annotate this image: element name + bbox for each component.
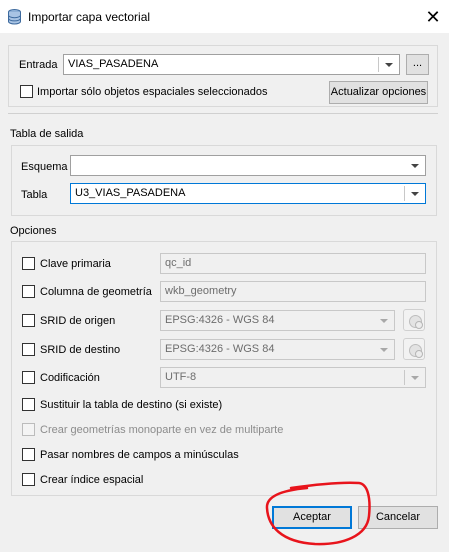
target-crs-select-button[interactable] [403, 338, 425, 360]
gear-icon [415, 350, 423, 358]
source-srid-value: EPSG:4326 - WGS 84 [165, 314, 275, 326]
source-srid-label: SRID de origen [40, 315, 116, 327]
primary-key-label: Clave primaria [40, 258, 111, 270]
chevron-down-icon[interactable] [405, 184, 425, 203]
geometry-column-checkbox[interactable] [22, 285, 35, 298]
table-combo[interactable]: U3_VIAS_PASADENA [70, 183, 426, 204]
output-section-label: Tabla de salida [10, 128, 84, 140]
input-layer-value: VIAS_PASADENA [68, 58, 159, 70]
target-srid-combo[interactable]: EPSG:4326 - WGS 84 [160, 339, 395, 360]
spatial-index-checkbox[interactable] [22, 473, 35, 486]
input-label: Entrada [19, 59, 58, 71]
singlepart-checkbox [22, 423, 35, 436]
target-srid-value: EPSG:4326 - WGS 84 [165, 343, 275, 355]
schema-combo[interactable] [70, 155, 426, 176]
source-crs-select-button[interactable] [403, 309, 425, 331]
divider [8, 113, 438, 114]
options-section-label: Opciones [10, 225, 57, 237]
gear-icon [415, 321, 423, 329]
accept-button[interactable]: Aceptar [272, 506, 352, 529]
table-label: Tabla [21, 189, 48, 201]
chevron-down-icon[interactable] [379, 55, 399, 74]
schema-label: Esquema [21, 161, 68, 173]
lowercase-fields-checkbox[interactable] [22, 448, 35, 461]
chevron-down-icon[interactable] [374, 340, 394, 359]
geometry-column-field[interactable]: wkb_geometry [160, 281, 426, 302]
spatial-index-label: Crear índice espacial [40, 474, 144, 486]
close-icon[interactable]: ✕ [422, 6, 444, 28]
singlepart-label: Crear geometrías monoparte en vez de mul… [40, 424, 284, 436]
primary-key-field[interactable]: qc_id [160, 253, 426, 274]
encoding-checkbox[interactable] [22, 371, 35, 384]
target-srid-checkbox[interactable] [22, 343, 35, 356]
replace-table-checkbox[interactable] [22, 398, 35, 411]
only-selected-checkbox[interactable] [20, 85, 33, 98]
database-icon [8, 9, 21, 25]
browse-button[interactable]: ... [406, 54, 429, 75]
table-value[interactable]: U3_VIAS_PASADENA [75, 187, 185, 199]
update-options-button[interactable]: Actualizar opciones [329, 81, 428, 104]
chevron-down-icon[interactable] [374, 311, 394, 330]
input-layer-combo[interactable]: VIAS_PASADENA [63, 54, 400, 75]
encoding-label: Codificación [40, 372, 100, 384]
geometry-column-label: Columna de geometría [40, 286, 152, 298]
source-srid-checkbox[interactable] [22, 314, 35, 327]
lowercase-fields-label: Pasar nombres de campos a minúsculas [40, 449, 239, 461]
encoding-value: UTF-8 [165, 371, 197, 383]
cancel-button[interactable]: Cancelar [358, 506, 438, 529]
window-title: Importar capa vectorial [28, 10, 151, 24]
source-srid-combo[interactable]: EPSG:4326 - WGS 84 [160, 310, 395, 331]
replace-table-label: Sustituir la tabla de destino (si existe… [40, 399, 223, 411]
encoding-combo[interactable]: UTF-8 [160, 367, 426, 388]
target-srid-label: SRID de destino [40, 344, 121, 356]
only-selected-label: Importar sólo objetos espaciales selecci… [37, 86, 268, 98]
chevron-down-icon[interactable] [405, 156, 425, 175]
chevron-down-icon[interactable] [405, 368, 425, 387]
primary-key-checkbox[interactable] [22, 257, 35, 270]
